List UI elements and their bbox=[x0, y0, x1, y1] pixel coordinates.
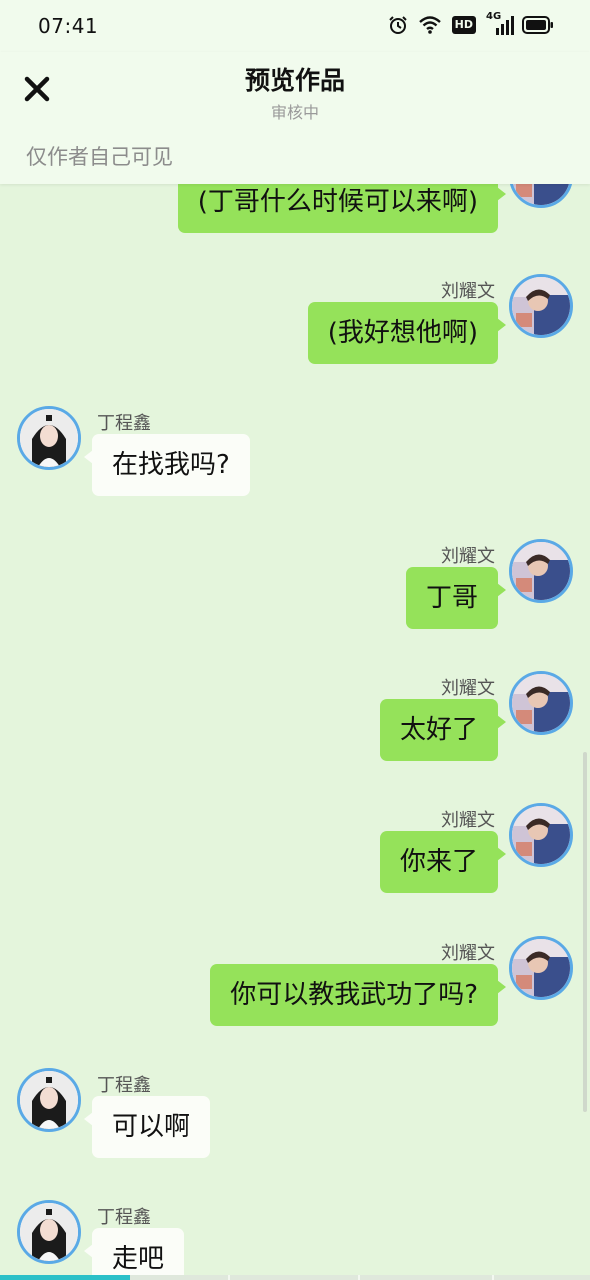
sender-name: 丁程鑫 bbox=[97, 413, 151, 434]
avatar-liu[interactable] bbox=[509, 274, 573, 338]
visibility-note: 仅作者自己可见 bbox=[26, 145, 173, 169]
message-bubble[interactable]: (我好想他啊) bbox=[307, 302, 507, 364]
message-bubble[interactable]: 太好了 bbox=[379, 699, 507, 761]
review-status: 审核中 bbox=[270, 103, 319, 122]
battery-icon bbox=[522, 16, 553, 34]
message-bubble[interactable]: 可以啊 bbox=[83, 1096, 211, 1158]
status-bar: 07:41 HD 4G bbox=[0, 0, 590, 52]
page-title: 预览作品 bbox=[244, 66, 345, 95]
signal-icon: 4G bbox=[486, 11, 514, 35]
app-header: 预览作品 审核中 仅作者自己可见 bbox=[0, 52, 590, 184]
sender-name: 刘耀文 bbox=[441, 546, 495, 567]
progress-bar bbox=[0, 1275, 590, 1280]
sender-name: 丁程鑫 bbox=[97, 1207, 151, 1228]
wifi-icon bbox=[418, 16, 441, 34]
avatar-ding[interactable] bbox=[17, 1200, 81, 1264]
avatar-liu[interactable] bbox=[509, 803, 573, 867]
avatar-ding[interactable] bbox=[17, 406, 81, 470]
progress-fill bbox=[0, 1275, 130, 1280]
message-bubble[interactable]: 走吧 bbox=[83, 1228, 185, 1280]
message-bubble[interactable]: 你来了 bbox=[379, 831, 507, 893]
message-bubble[interactable]: 在找我吗? bbox=[84, 434, 250, 496]
sender-name: 丁程鑫 bbox=[97, 1075, 151, 1096]
scrollbar[interactable] bbox=[583, 752, 587, 1112]
avatar-liu[interactable] bbox=[509, 539, 573, 603]
alarm-icon bbox=[388, 16, 407, 34]
sender-name: 刘耀文 bbox=[441, 943, 495, 964]
avatar-liu[interactable] bbox=[509, 671, 573, 735]
sender-name: 刘耀文 bbox=[441, 810, 495, 831]
hd-icon: HD bbox=[451, 16, 476, 34]
status-time: 07:41 bbox=[38, 14, 99, 38]
avatar-ding[interactable] bbox=[17, 1068, 81, 1132]
sender-name: 刘耀文 bbox=[441, 281, 495, 302]
message-bubble[interactable]: 你可以教我武功了吗? bbox=[210, 964, 506, 1026]
message-bubble[interactable]: 丁哥 bbox=[405, 567, 507, 629]
chat-area[interactable]: (丁哥什么时候可以来啊) 刘耀文 (我好想他啊) 丁程鑫 在找我吗? 刘耀文 丁… bbox=[0, 0, 590, 1280]
status-icons: HD 4G bbox=[388, 11, 554, 35]
network-type-label: 4G bbox=[486, 11, 502, 22]
avatar-liu[interactable] bbox=[509, 936, 573, 1000]
sender-name: 刘耀文 bbox=[441, 678, 495, 699]
